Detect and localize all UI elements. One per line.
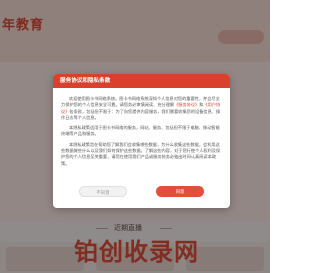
disagree-button[interactable]: 不同意 [79, 186, 127, 197]
agree-button[interactable]: 同意 [156, 186, 204, 197]
dialog-title: 服务协议和隐私条款 [53, 74, 230, 88]
dialog-body: 欢迎使用图卡书网络系统。图卡书网络系统深知个人信息对您的重要性，并会尽全力保护您… [53, 88, 230, 167]
service-agreement-link[interactable]: 《服务协议》 [174, 102, 199, 107]
dialog-paragraph-3: 本隐私政策旨在帮助您了解我们会收集哪些数据，为什么收集这些数据，会利用这些数据做… [61, 141, 221, 166]
dialog-paragraph-1: 欢迎使用图卡书网络系统。图卡书网络系统深知个人信息对您的重要性，并会尽全力保护您… [61, 96, 222, 121]
dialog-actions: 不同意 同意 [53, 186, 230, 198]
dialog-text: 各条款，包括但不限于：为了向您提供内容服务，我们需要收集您的设备信息、操作日志等… [61, 108, 221, 120]
privacy-agreement-dialog: 服务协议和隐私条款 欢迎使用图卡书网络系统。图卡书网络系统深知个人信息对您的重要… [53, 74, 230, 208]
dialog-paragraph-2: 本隐私政策适用于图卡书网络的服务，网站、服务、包括但不限于电脑、移动智能终端等产… [61, 125, 220, 137]
